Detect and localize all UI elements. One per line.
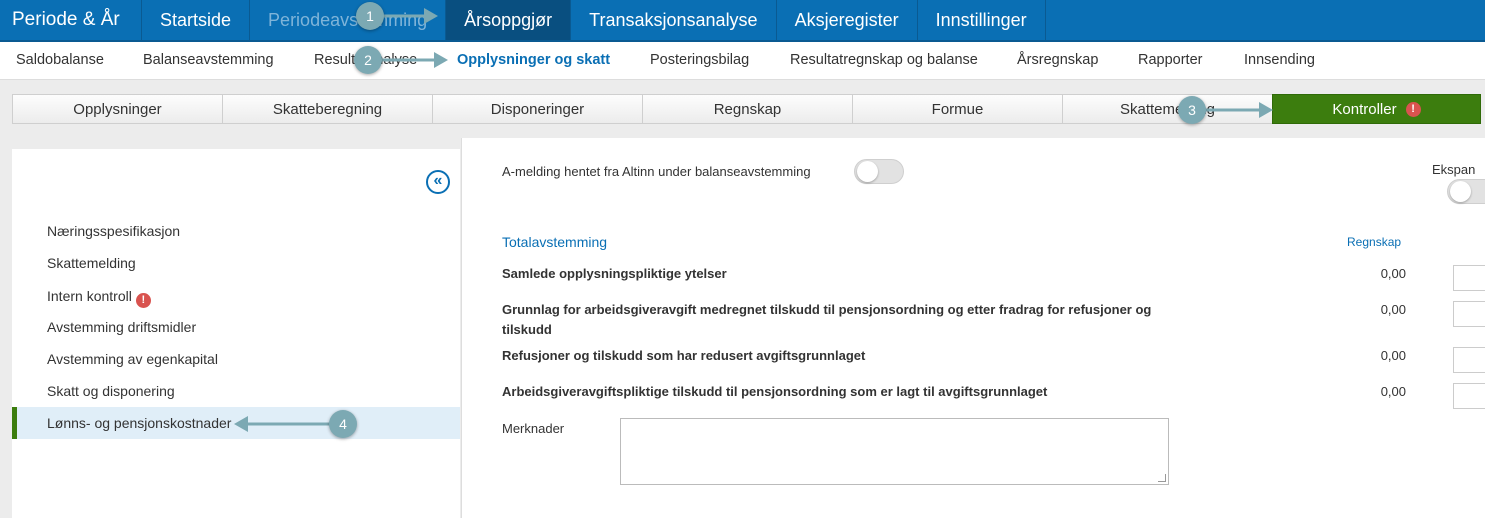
amelding-toggle[interactable] <box>854 159 904 184</box>
top-nav: Periode & År Startside Periodeavstemming… <box>0 0 1485 42</box>
section-title: Totalavstemming <box>502 234 608 250</box>
subnav-balanseavstemming[interactable]: Balanseavstemming <box>143 42 274 80</box>
toggle-knob <box>857 161 878 182</box>
subnav-resultatregnskap-og-balanse[interactable]: Resultatregnskap og balanse <box>790 42 978 80</box>
column-header-regnskap: Regnskap <box>1347 235 1402 249</box>
tab-formue[interactable]: Formue <box>852 94 1062 124</box>
tab-skatteberegning[interactable]: Skatteberegning <box>222 94 432 124</box>
merknader-textarea[interactable] <box>620 418 1169 485</box>
tab-label: Kontroller <box>1332 100 1397 118</box>
merknader-label: Merknader <box>502 421 565 436</box>
ekspand-label: Ekspan <box>1432 162 1476 177</box>
callout-badge: 4 <box>329 410 357 438</box>
leftnav-label: Næringsspesifikasjon <box>47 223 181 239</box>
content-panel: A-melding hentet fra Altinn under balans… <box>461 138 1485 518</box>
callout-badge: 3 <box>1178 96 1206 124</box>
tab-disponeringer[interactable]: Disponeringer <box>432 94 642 124</box>
subnav-opplysninger-og-skatt[interactable]: Opplysninger og skatt <box>457 42 610 80</box>
row-input[interactable] <box>1453 265 1485 291</box>
callout-badge: 2 <box>354 46 382 74</box>
row-value: 0,00 <box>1380 384 1406 399</box>
row-value: 0,00 <box>1380 266 1406 281</box>
tab-kontroller[interactable]: Kontroller ! <box>1272 94 1481 124</box>
topnav-transaksjonsanalyse[interactable]: Transaksjonsanalyse <box>571 0 777 40</box>
app-title[interactable]: Periode & År <box>0 0 142 40</box>
leftnav-item-avstemming-egenkapital[interactable]: Avstemming av egenkapital <box>12 343 460 375</box>
collapse-left-icon[interactable]: « <box>426 170 450 194</box>
resize-handle-icon[interactable] <box>1158 474 1166 482</box>
row-value: 0,00 <box>1380 348 1406 363</box>
subnav-innsending[interactable]: Innsending <box>1244 42 1315 80</box>
tab-opplysninger[interactable]: Opplysninger <box>12 94 222 124</box>
callout-arrow-4 <box>234 416 332 432</box>
topnav-startside[interactable]: Startside <box>142 0 251 40</box>
row-input[interactable] <box>1453 383 1485 409</box>
subnav-arsregnskap[interactable]: Årsregnskap <box>1017 42 1098 80</box>
row-label: Arbeidsgiveravgiftspliktige tilskudd til… <box>502 384 1048 399</box>
ekspand-toggle[interactable] <box>1447 179 1485 204</box>
row-label: Samlede opplysningspliktige ytelser <box>502 266 727 281</box>
leftnav-label: Skattemelding <box>47 255 136 271</box>
left-panel: « Næringsspesifikasjon Skattemelding Int… <box>12 149 460 518</box>
tab-label: Opplysninger <box>73 100 162 118</box>
amelding-label: A-melding hentet fra Altinn under balans… <box>502 164 811 179</box>
tab-label: Skatteberegning <box>272 100 383 118</box>
tab-label: Regnskap <box>713 100 782 118</box>
topnav-arsoppgjor[interactable]: Årsoppgjør <box>446 0 572 40</box>
row-input[interactable] <box>1453 347 1485 373</box>
subnav-posteringsbilag[interactable]: Posteringsbilag <box>650 42 749 80</box>
subnav-saldobalanse[interactable]: Saldobalanse <box>16 42 104 80</box>
leftnav-item-skatt-og-disponering[interactable]: Skatt og disponering <box>12 375 460 407</box>
leftnav-item-intern-kontroll[interactable]: Intern kontroll! <box>12 280 460 312</box>
leftnav-label: Avstemming driftsmidler <box>47 319 197 335</box>
callout-arrow-1 <box>380 8 438 24</box>
row-input[interactable] <box>1453 301 1485 327</box>
tab-label: Formue <box>931 100 984 118</box>
sub-nav: Saldobalanse Balanseavstemming Resultata… <box>0 42 1485 80</box>
leftnav-item-naeringsspesifikasjon[interactable]: Næringsspesifikasjon <box>12 215 460 247</box>
leftnav-item-avstemming-driftsmidler[interactable]: Avstemming driftsmidler <box>12 311 460 343</box>
tab-regnskap[interactable]: Regnskap <box>642 94 852 124</box>
toggle-knob <box>1450 181 1471 202</box>
row-value: 0,00 <box>1380 302 1406 317</box>
tab-label: Disponeringer <box>490 100 585 118</box>
alert-icon: ! <box>1405 101 1421 117</box>
topnav-innstillinger[interactable]: Innstillinger <box>918 0 1046 40</box>
leftnav-label: Skatt og disponering <box>47 383 175 399</box>
callout-arrow-3 <box>1203 102 1273 118</box>
leftnav-label: Intern kontroll <box>47 288 132 304</box>
row-label: Grunnlag for arbeidsgiveravgift medregne… <box>502 302 1152 337</box>
leftnav-label: Avstemming av egenkapital <box>47 351 218 367</box>
leftnav-item-skattemelding[interactable]: Skattemelding <box>12 247 460 279</box>
leftnav-label: Lønns- og pensjonskostnader <box>47 415 232 431</box>
row-label: Refusjoner og tilskudd som har redusert … <box>502 348 866 363</box>
subnav-rapporter[interactable]: Rapporter <box>1138 42 1202 80</box>
callout-badge: 1 <box>356 2 384 30</box>
callout-arrow-2 <box>380 52 448 68</box>
topnav-aksjeregister[interactable]: Aksjeregister <box>777 0 918 40</box>
alert-icon: ! <box>135 293 151 308</box>
